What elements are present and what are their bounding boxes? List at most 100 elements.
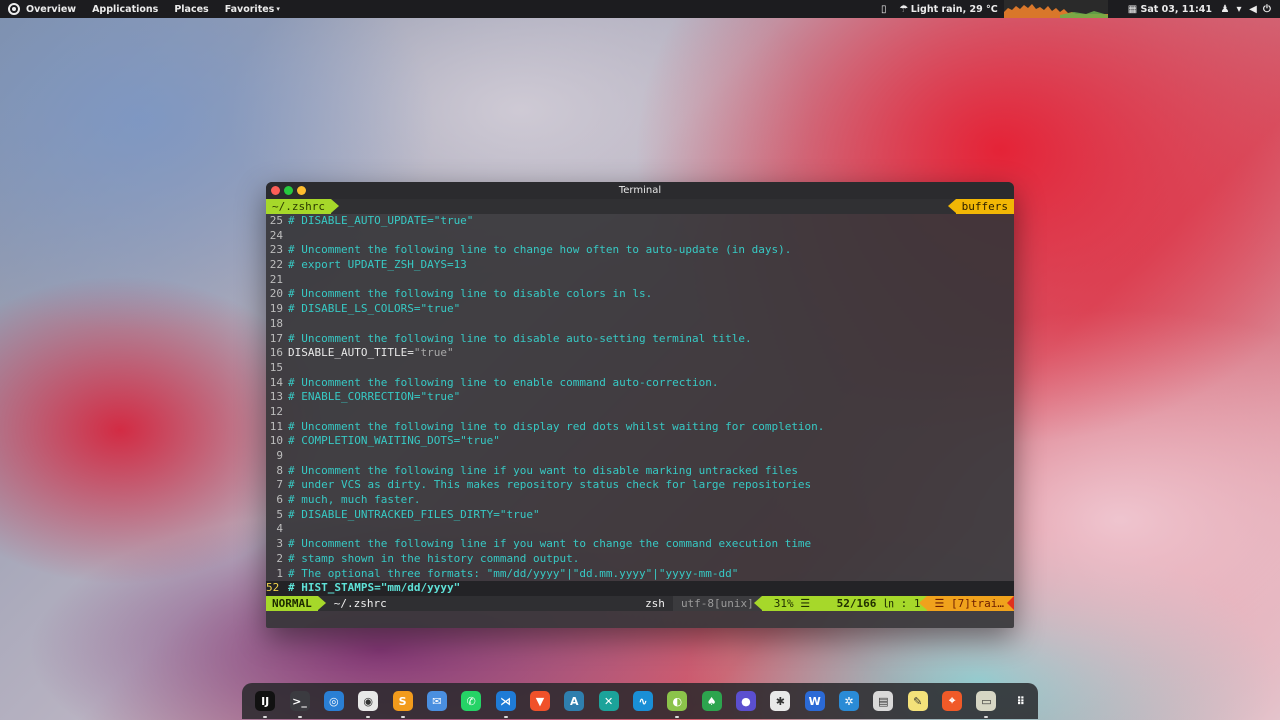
editor-line[interactable]: 5 # DISABLE_UNTRACKED_FILES_DIRTY="true" xyxy=(266,508,1014,523)
places-menu[interactable]: Places xyxy=(166,0,216,18)
editor-line[interactable]: 15 xyxy=(266,361,1014,376)
dock-item[interactable]: ▤ xyxy=(866,683,900,719)
dock-item[interactable]: ✆ xyxy=(454,683,488,719)
editor-line[interactable]: 22 # export UPDATE_ZSH_DAYS=13 xyxy=(266,258,1014,273)
dock-item[interactable]: ⋊ xyxy=(488,683,522,719)
overview-label: Overview xyxy=(26,3,77,15)
editor-line[interactable]: 1 # The optional three formats: "mm/dd/yy… xyxy=(266,567,1014,582)
line-number: 21 xyxy=(269,272,283,286)
dock-item[interactable]: ◉ xyxy=(351,683,385,719)
line-text: # Uncomment the following line to enable… xyxy=(288,375,719,389)
maximize-icon[interactable] xyxy=(284,186,293,195)
dock-item[interactable]: W xyxy=(798,683,832,719)
current-line[interactable]: 52 # HIST_STAMPS="mm/dd/yyyy" xyxy=(266,581,1014,596)
window-titlebar[interactable]: Terminal xyxy=(266,182,1014,199)
close-icon[interactable] xyxy=(271,186,280,195)
editor-line[interactable]: 13 # ENABLE_CORRECTION="true" xyxy=(266,390,1014,405)
applications-menu[interactable]: Applications xyxy=(84,0,166,18)
editor-line[interactable]: 25 # DISABLE_AUTO_UPDATE="true" xyxy=(266,214,1014,229)
line-text: # export UPDATE_ZSH_DAYS=13 xyxy=(288,258,467,272)
editor-line[interactable]: 17 # Uncomment the following line to disa… xyxy=(266,332,1014,347)
dock-item[interactable]: ∿ xyxy=(626,683,660,719)
editor-line[interactable]: 3 # Uncomment the following line if you w… xyxy=(266,537,1014,552)
editor-line[interactable]: 2 # stamp shown in the history command ou… xyxy=(266,552,1014,567)
dock-item[interactable]: ▼ xyxy=(523,683,557,719)
editor-line[interactable]: 23 # Uncomment the following line to chan… xyxy=(266,243,1014,258)
wifi-icon[interactable]: ▾ xyxy=(1232,4,1246,15)
editor-line[interactable]: 4 xyxy=(266,522,1014,537)
user-icon[interactable]: ♟ xyxy=(1218,4,1232,15)
line-number: 2 xyxy=(276,551,283,565)
line-text: # stamp shown in the history command out… xyxy=(288,551,580,565)
word-icon: W xyxy=(804,691,825,711)
dock-item[interactable]: >_ xyxy=(282,683,316,719)
clock[interactable]: ▦ Sat 03, 11:41 xyxy=(1122,4,1218,15)
dock-item[interactable]: ⌖ xyxy=(935,683,969,719)
dock-item[interactable]: S xyxy=(385,683,419,719)
dock-item[interactable]: ● xyxy=(729,683,763,719)
minimize-icon[interactable] xyxy=(297,186,306,195)
dock-item[interactable]: ⠿ xyxy=(1004,683,1038,719)
line-number: 1 xyxy=(276,566,283,580)
favorites-label: Favorites xyxy=(224,3,275,15)
tab-zshrc[interactable]: ~/.zshrc xyxy=(266,199,339,214)
dock-item[interactable]: ✲ xyxy=(832,683,866,719)
archive-icon: ▤ xyxy=(873,691,894,711)
favorites-menu[interactable]: Favorites ▾ xyxy=(217,0,288,18)
line-number: 6 xyxy=(276,493,283,507)
dock-item[interactable]: ✱ xyxy=(763,683,797,719)
vim-statusline: NORMAL ~/.zshrc zsh utf-8[unix] 31% ☰ 52… xyxy=(266,595,1014,611)
dock-item[interactable]: IJ xyxy=(248,683,282,719)
dock-item[interactable]: ◐ xyxy=(660,683,694,719)
dock-item[interactable]: ✉ xyxy=(420,683,454,719)
dock-item[interactable]: ✎ xyxy=(901,683,935,719)
editor-line[interactable]: 16 DISABLE_AUTO_TITLE="true" xyxy=(266,346,1014,361)
power-icon[interactable]: ⏻ xyxy=(1260,4,1274,15)
line-number: 4 xyxy=(276,522,283,536)
editor-line[interactable]: 7 # under VCS as dirty. This makes reposi… xyxy=(266,478,1014,493)
system-monitor-graph[interactable] xyxy=(1003,0,1108,18)
editor-line[interactable]: 12 xyxy=(266,405,1014,420)
editor-line[interactable]: 6 # much, much faster. xyxy=(266,493,1014,508)
slack-icon: ✱ xyxy=(770,691,791,711)
vim-tabline: ~/.zshrc buffers xyxy=(266,199,1014,214)
whatsapp-icon: ✆ xyxy=(461,691,482,711)
dock-item[interactable]: ✕ xyxy=(591,683,625,719)
line-number: 11 xyxy=(269,419,283,433)
line-text: # DISABLE_UNTRACKED_FILES_DIRTY="true" xyxy=(288,507,540,521)
status-trailing-warning: ☰ [7]trai… xyxy=(918,595,1014,611)
editor-line[interactable]: 14 # Uncomment the following line to enab… xyxy=(266,376,1014,391)
clipboard-icon[interactable]: ▯ xyxy=(877,4,891,15)
editor-line[interactable]: 11 # Uncomment the following line to disp… xyxy=(266,420,1014,435)
places-label: Places xyxy=(174,3,209,15)
volume-icon[interactable]: ◀ xyxy=(1246,4,1260,15)
editor-buffer[interactable]: 25 # DISABLE_AUTO_UPDATE="true" 24 23 # Unco… xyxy=(266,214,1014,596)
editor-line[interactable]: 24 xyxy=(266,229,1014,244)
editor-line[interactable]: 20 # Uncomment the following line to disa… xyxy=(266,287,1014,302)
line-number: 25 xyxy=(269,214,283,227)
dock-item[interactable]: ◎ xyxy=(317,683,351,719)
dock-item[interactable]: A xyxy=(557,683,591,719)
dock: IJ >_ ◎ ◉ S ✉ ✆ ⋊ ▼ A ✕ ∿ ◐ ♠ ● ✱ W ✲ ▤ ✎ ⌖ ▭ ⠿ xyxy=(242,683,1038,719)
sublime-icon: S xyxy=(392,691,413,711)
editor-line[interactable]: 18 xyxy=(266,317,1014,332)
editor-line[interactable]: 8 # Uncomment the following line if you w… xyxy=(266,464,1014,479)
editor-line[interactable]: 9 xyxy=(266,449,1014,464)
system-monitor-chart xyxy=(1003,0,1108,18)
browser-swirl-icon: ◎ xyxy=(323,691,344,711)
status-position: 31% ☰ 52/166 ㏑ : 1 xyxy=(753,595,927,611)
terminal-icon: >_ xyxy=(289,691,310,711)
line-text: # ENABLE_CORRECTION="true" xyxy=(288,390,461,404)
line-number: 5 xyxy=(276,507,283,521)
editor-line[interactable]: 21 xyxy=(266,273,1014,288)
activities-overview[interactable]: Overview xyxy=(0,0,84,18)
weather-indicator[interactable]: ☂ Light rain, 29 °C xyxy=(891,4,1004,15)
editor-line[interactable]: 19 # DISABLE_LS_COLORS="true" xyxy=(266,302,1014,317)
line-text: # Uncomment the following line to displa… xyxy=(288,419,825,433)
editor-line[interactable]: 10 # COMPLETION_WAITING_DOTS="true" xyxy=(266,434,1014,449)
line-number: 18 xyxy=(269,316,283,330)
calendar-icon: ▦ xyxy=(1127,3,1138,15)
dock-item[interactable]: ▭ xyxy=(969,683,1003,719)
settings-gear-icon: ✲ xyxy=(839,691,860,711)
dock-item[interactable]: ♠ xyxy=(694,683,728,719)
